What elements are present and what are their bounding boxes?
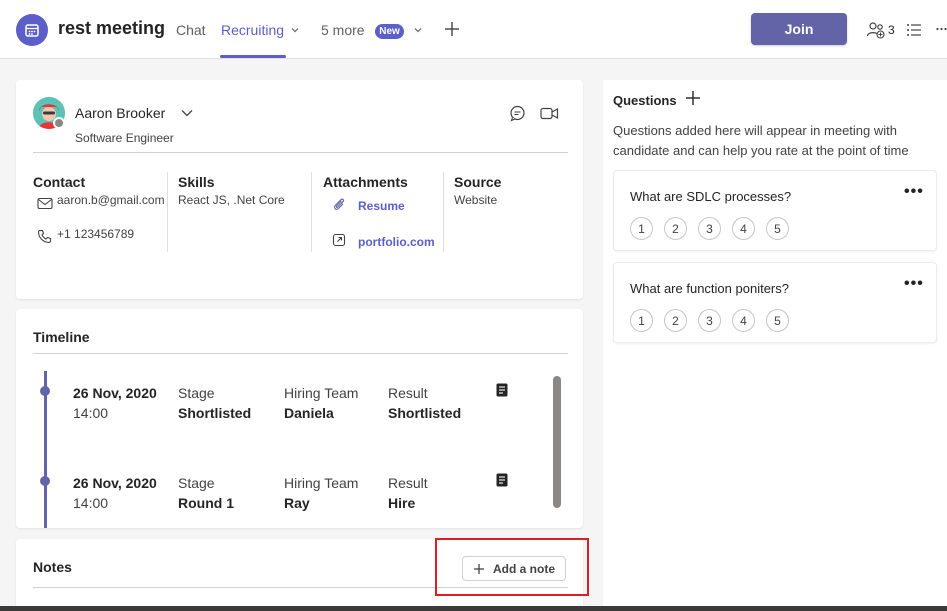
hiring-team-value: Daniela [284,405,334,421]
list-icon[interactable] [905,21,923,39]
stage-label: Stage [178,385,215,401]
participants-icon[interactable] [866,20,886,40]
taskbar-strip [0,606,947,611]
attachments-title: Attachments [323,174,408,190]
stage-value: Shortlisted [178,405,252,421]
notes-icon[interactable] [495,472,509,488]
question-text: What are function poniters? [630,281,789,296]
external-link-icon [332,233,346,247]
candidate-role: Software Engineer [75,131,174,145]
skills-value: React JS, .Net Core [178,193,285,207]
tab-recruiting-label: Recruiting [221,22,285,38]
hiring-team-value: Ray [284,495,310,511]
question-card: What are SDLC processes? ••• 1 2 3 4 5 [613,170,937,251]
candidate-name: Aaron Brooker [75,105,166,121]
calendar-icon [16,14,48,46]
more-options-icon[interactable] [936,27,947,31]
column-separator [167,172,168,252]
stage-value: Round 1 [178,495,234,511]
rating-button[interactable]: 3 [698,217,721,240]
chevron-down-icon[interactable] [180,107,194,119]
timeline-card: Timeline 26 Nov, 2020 14:00 Stage Shortl… [16,309,583,528]
result-label: Result [388,475,428,491]
tab-chat[interactable]: Chat [176,22,206,38]
profile-divider [33,152,568,153]
portfolio-link[interactable]: portfolio.com [358,235,435,249]
mail-icon [37,197,53,210]
question-more-button[interactable]: ••• [904,275,924,293]
tab-more[interactable]: 5 more [321,22,365,38]
rating-button[interactable]: 5 [766,309,789,332]
result-label: Result [388,385,428,401]
presence-status-icon [53,117,65,129]
add-tab-icon[interactable] [443,20,461,38]
timeline-scrollbar[interactable] [553,376,561,508]
join-button[interactable]: Join [751,13,847,45]
meeting-title: rest meeting [58,18,166,38]
rating-button[interactable]: 5 [766,217,789,240]
questions-description: Questions added here will appear in meet… [613,123,909,158]
timeline-date: 26 Nov, 2020 [73,385,157,401]
result-value: Hire [388,495,416,511]
question-card: What are function poniters? ••• 1 2 3 4 … [613,262,937,343]
add-question-icon[interactable] [685,90,701,106]
timeline-time: 14:00 [73,405,109,421]
question-more-button[interactable]: ••• [904,183,924,201]
meeting-header: rest meeting Chat Recruiting 5 more New … [0,0,947,59]
chat-icon[interactable] [509,105,526,122]
source-value: Website [454,193,498,207]
question-text: What are SDLC processes? [630,189,792,204]
rating-button[interactable]: 4 [732,309,755,332]
attachment-icon [332,197,346,211]
resume-link[interactable]: Resume [358,199,405,213]
rating-button[interactable]: 2 [664,309,687,332]
notes-icon[interactable] [495,382,509,398]
timeline-date: 26 Nov, 2020 [73,475,157,491]
participants-count: 3 [888,23,895,37]
rating-button[interactable]: 1 [630,217,653,240]
timeline-title: Timeline [33,329,90,345]
questions-title: Questions [613,93,677,108]
candidate-profile-card: Aaron Brooker Software Engineer Contact … [16,80,583,299]
new-badge: New [375,24,404,39]
rating-button[interactable]: 4 [732,217,755,240]
active-tab-indicator [220,55,286,58]
highlight-box [435,538,589,596]
skills-title: Skills [178,174,215,190]
timeline-divider [33,353,568,354]
column-separator [443,172,444,252]
chevron-down-icon[interactable] [413,25,423,35]
timeline-dot [40,386,50,396]
column-separator [311,172,312,252]
questions-panel: Questions Questions added here will appe… [603,80,947,611]
phone-icon [37,229,52,244]
rating-button[interactable]: 3 [698,309,721,332]
hiring-team-label: Hiring Team [284,475,359,491]
result-value: Shortlisted [388,405,462,421]
hiring-team-label: Hiring Team [284,385,359,401]
rating-button[interactable]: 2 [664,217,687,240]
timeline-dot [40,476,50,486]
video-call-icon[interactable] [540,106,559,121]
chevron-down-icon[interactable] [290,25,300,35]
contact-title: Contact [33,174,86,190]
tab-recruiting[interactable]: Recruiting [221,22,284,38]
source-title: Source [454,174,502,190]
contact-phone[interactable]: +1 123456789 [57,227,134,241]
contact-email[interactable]: aaron.b@gmail.com [57,193,165,207]
stage-label: Stage [178,475,215,491]
notes-title: Notes [33,559,72,575]
rating-button[interactable]: 1 [630,309,653,332]
timeline-time: 14:00 [73,495,109,511]
